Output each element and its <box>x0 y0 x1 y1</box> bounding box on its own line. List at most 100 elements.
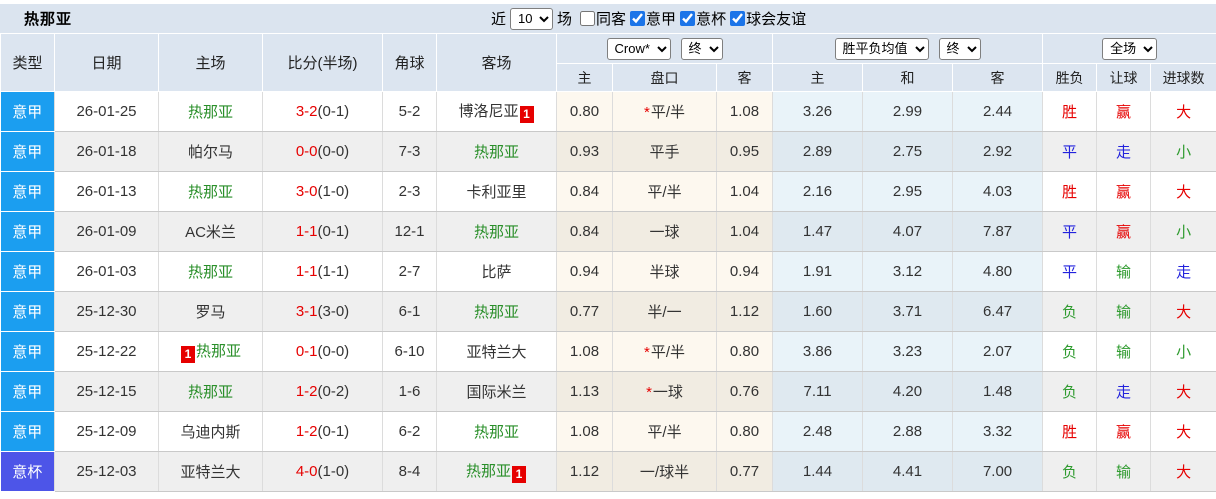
league-badge: 意甲 <box>1 172 55 212</box>
match-row: 意甲25-12-09乌迪内斯1-2(0-1)6-2热那亚1.08平/半0.802… <box>1 412 1216 452</box>
red-card-badge: 1 <box>181 346 195 363</box>
result-handicap: 赢 <box>1097 92 1151 132</box>
recent-prefix-label: 近 <box>491 8 506 29</box>
avg-home: 1.47 <box>773 212 863 252</box>
match-row: 意甲26-01-18帕尔马0-0(0-0)7-3热那亚0.93平手0.952.8… <box>1 132 1216 172</box>
corner-cell: 8-4 <box>383 452 437 492</box>
avg-group-header: 胜平负均值 终 <box>773 34 1043 64</box>
checkbox-same-away[interactable] <box>580 11 595 26</box>
full-time-score: 3-2 <box>296 103 318 120</box>
avg-draw: 2.95 <box>863 172 953 212</box>
result-handicap: 输 <box>1097 452 1151 492</box>
handicap-text: 平/半 <box>651 344 685 361</box>
avg-home: 3.26 <box>773 92 863 132</box>
red-card-badge: 1 <box>512 466 526 483</box>
home-team-cell: 罗马 <box>159 292 263 332</box>
subcol-avg-draw: 和 <box>863 64 953 92</box>
filter-serie-a[interactable]: 意甲 <box>630 8 676 29</box>
handicap-text: 平/半 <box>651 104 685 121</box>
avg-away: 2.07 <box>953 332 1043 372</box>
half-time-score: (0-1) <box>318 103 350 120</box>
odds-away: 0.77 <box>717 452 773 492</box>
odds-company-select[interactable]: Crow* <box>607 38 671 60</box>
league-badge: 意杯 <box>1 452 55 492</box>
result-goals: 小 <box>1151 132 1216 172</box>
recent-count-select[interactable]: 10 <box>510 8 553 30</box>
odds-away: 0.80 <box>717 332 773 372</box>
avg-time-select[interactable]: 终 <box>939 38 981 60</box>
odds-home: 1.08 <box>557 332 613 372</box>
checkbox-label-club-friendly: 球会友谊 <box>746 8 806 29</box>
checkbox-club-friendly[interactable] <box>730 11 745 26</box>
league-badge: 意甲 <box>1 212 55 252</box>
half-time-score: (0-0) <box>318 143 350 160</box>
odds-time-select[interactable]: 终 <box>681 38 723 60</box>
corner-cell: 6-2 <box>383 412 437 452</box>
away-team-cell: 热那亚 <box>437 212 557 252</box>
subcol-odds-handicap: 盘口 <box>613 64 717 92</box>
match-date: 26-01-18 <box>55 132 159 172</box>
filter-club-friendly[interactable]: 球会友谊 <box>730 8 806 29</box>
result-group-header: 全场 <box>1043 34 1216 64</box>
match-table: 类型 日期 主场 比分(半场) 角球 客场 Crow* 终 <box>0 33 1216 499</box>
checkbox-serie-a[interactable] <box>630 11 645 26</box>
team-name: 博洛尼亚 <box>458 103 518 120</box>
home-team-cell: 热那亚 <box>159 172 263 212</box>
avg-home: 7.11 <box>773 372 863 412</box>
avg-stat-select[interactable]: 胜平负均值 <box>835 38 929 60</box>
score-cell: 1-2(0-1) <box>263 412 383 452</box>
half-time-score: (0-0) <box>318 343 350 360</box>
avg-home: 1.91 <box>773 252 863 292</box>
match-date: 26-01-13 <box>55 172 159 212</box>
half-time-score: (3-0) <box>318 303 350 320</box>
handicap-text: 一/球半 <box>640 464 689 481</box>
subcol-result-handicap: 让球 <box>1097 64 1151 92</box>
filter-coppa-italia[interactable]: 意杯 <box>680 8 726 29</box>
result-wdl: 平 <box>1043 212 1097 252</box>
team-name: 热那亚 <box>188 384 233 401</box>
home-team-cell: AC米兰 <box>159 212 263 252</box>
away-team-cell: 亚特兰大 <box>437 332 557 372</box>
handicap-text: 平/半 <box>647 184 681 201</box>
half-time-score: (1-0) <box>318 463 350 480</box>
result-scope-select[interactable]: 全场 <box>1102 38 1157 60</box>
avg-away: 4.03 <box>953 172 1043 212</box>
full-time-score: 1-2 <box>296 383 318 400</box>
subcol-avg-home: 主 <box>773 64 863 92</box>
handicap-text: 平手 <box>649 144 679 161</box>
col-header-score: 比分(半场) <box>263 34 383 92</box>
team-name: 帕尔马 <box>188 144 233 161</box>
score-cell: 1-2(0-2) <box>263 372 383 412</box>
odds-group-header: Crow* 终 <box>557 34 773 64</box>
result-wdl: 胜 <box>1043 412 1097 452</box>
away-team-cell: 比萨 <box>437 252 557 292</box>
team-name: 热那亚 <box>196 343 241 360</box>
result-goals: 走 <box>1151 252 1216 292</box>
summary-row: 近10场,胜3平3负4, 胜率:30% 赢率:40% 大:60% 单率:50% <box>1 492 1216 499</box>
avg-draw: 3.71 <box>863 292 953 332</box>
odds-home: 1.08 <box>557 412 613 452</box>
corner-cell: 12-1 <box>383 212 437 252</box>
filter-controls: 近 10 场 同客意甲意杯球会友谊 <box>487 4 806 33</box>
result-goals: 大 <box>1151 412 1216 452</box>
avg-away: 2.92 <box>953 132 1043 172</box>
odds-handicap: 一/球半 <box>613 452 717 492</box>
handicap-text: 一球 <box>653 384 683 401</box>
filter-same-away[interactable]: 同客 <box>580 8 626 29</box>
match-date: 25-12-30 <box>55 292 159 332</box>
col-header-corner: 角球 <box>383 34 437 92</box>
handicap-star: * <box>644 344 650 361</box>
result-handicap: 输 <box>1097 292 1151 332</box>
team-name: 热那亚 <box>188 104 233 121</box>
odds-home: 0.84 <box>557 212 613 252</box>
full-time-score: 1-1 <box>296 223 318 240</box>
odds-handicap: 平手 <box>613 132 717 172</box>
checkbox-coppa-italia[interactable] <box>680 11 695 26</box>
team-title: 热那亚 <box>0 8 72 29</box>
odds-away: 0.80 <box>717 412 773 452</box>
corner-cell: 6-1 <box>383 292 437 332</box>
col-header-date: 日期 <box>55 34 159 92</box>
red-card-badge: 1 <box>520 106 534 123</box>
avg-home: 2.16 <box>773 172 863 212</box>
full-time-score: 4-0 <box>296 463 318 480</box>
